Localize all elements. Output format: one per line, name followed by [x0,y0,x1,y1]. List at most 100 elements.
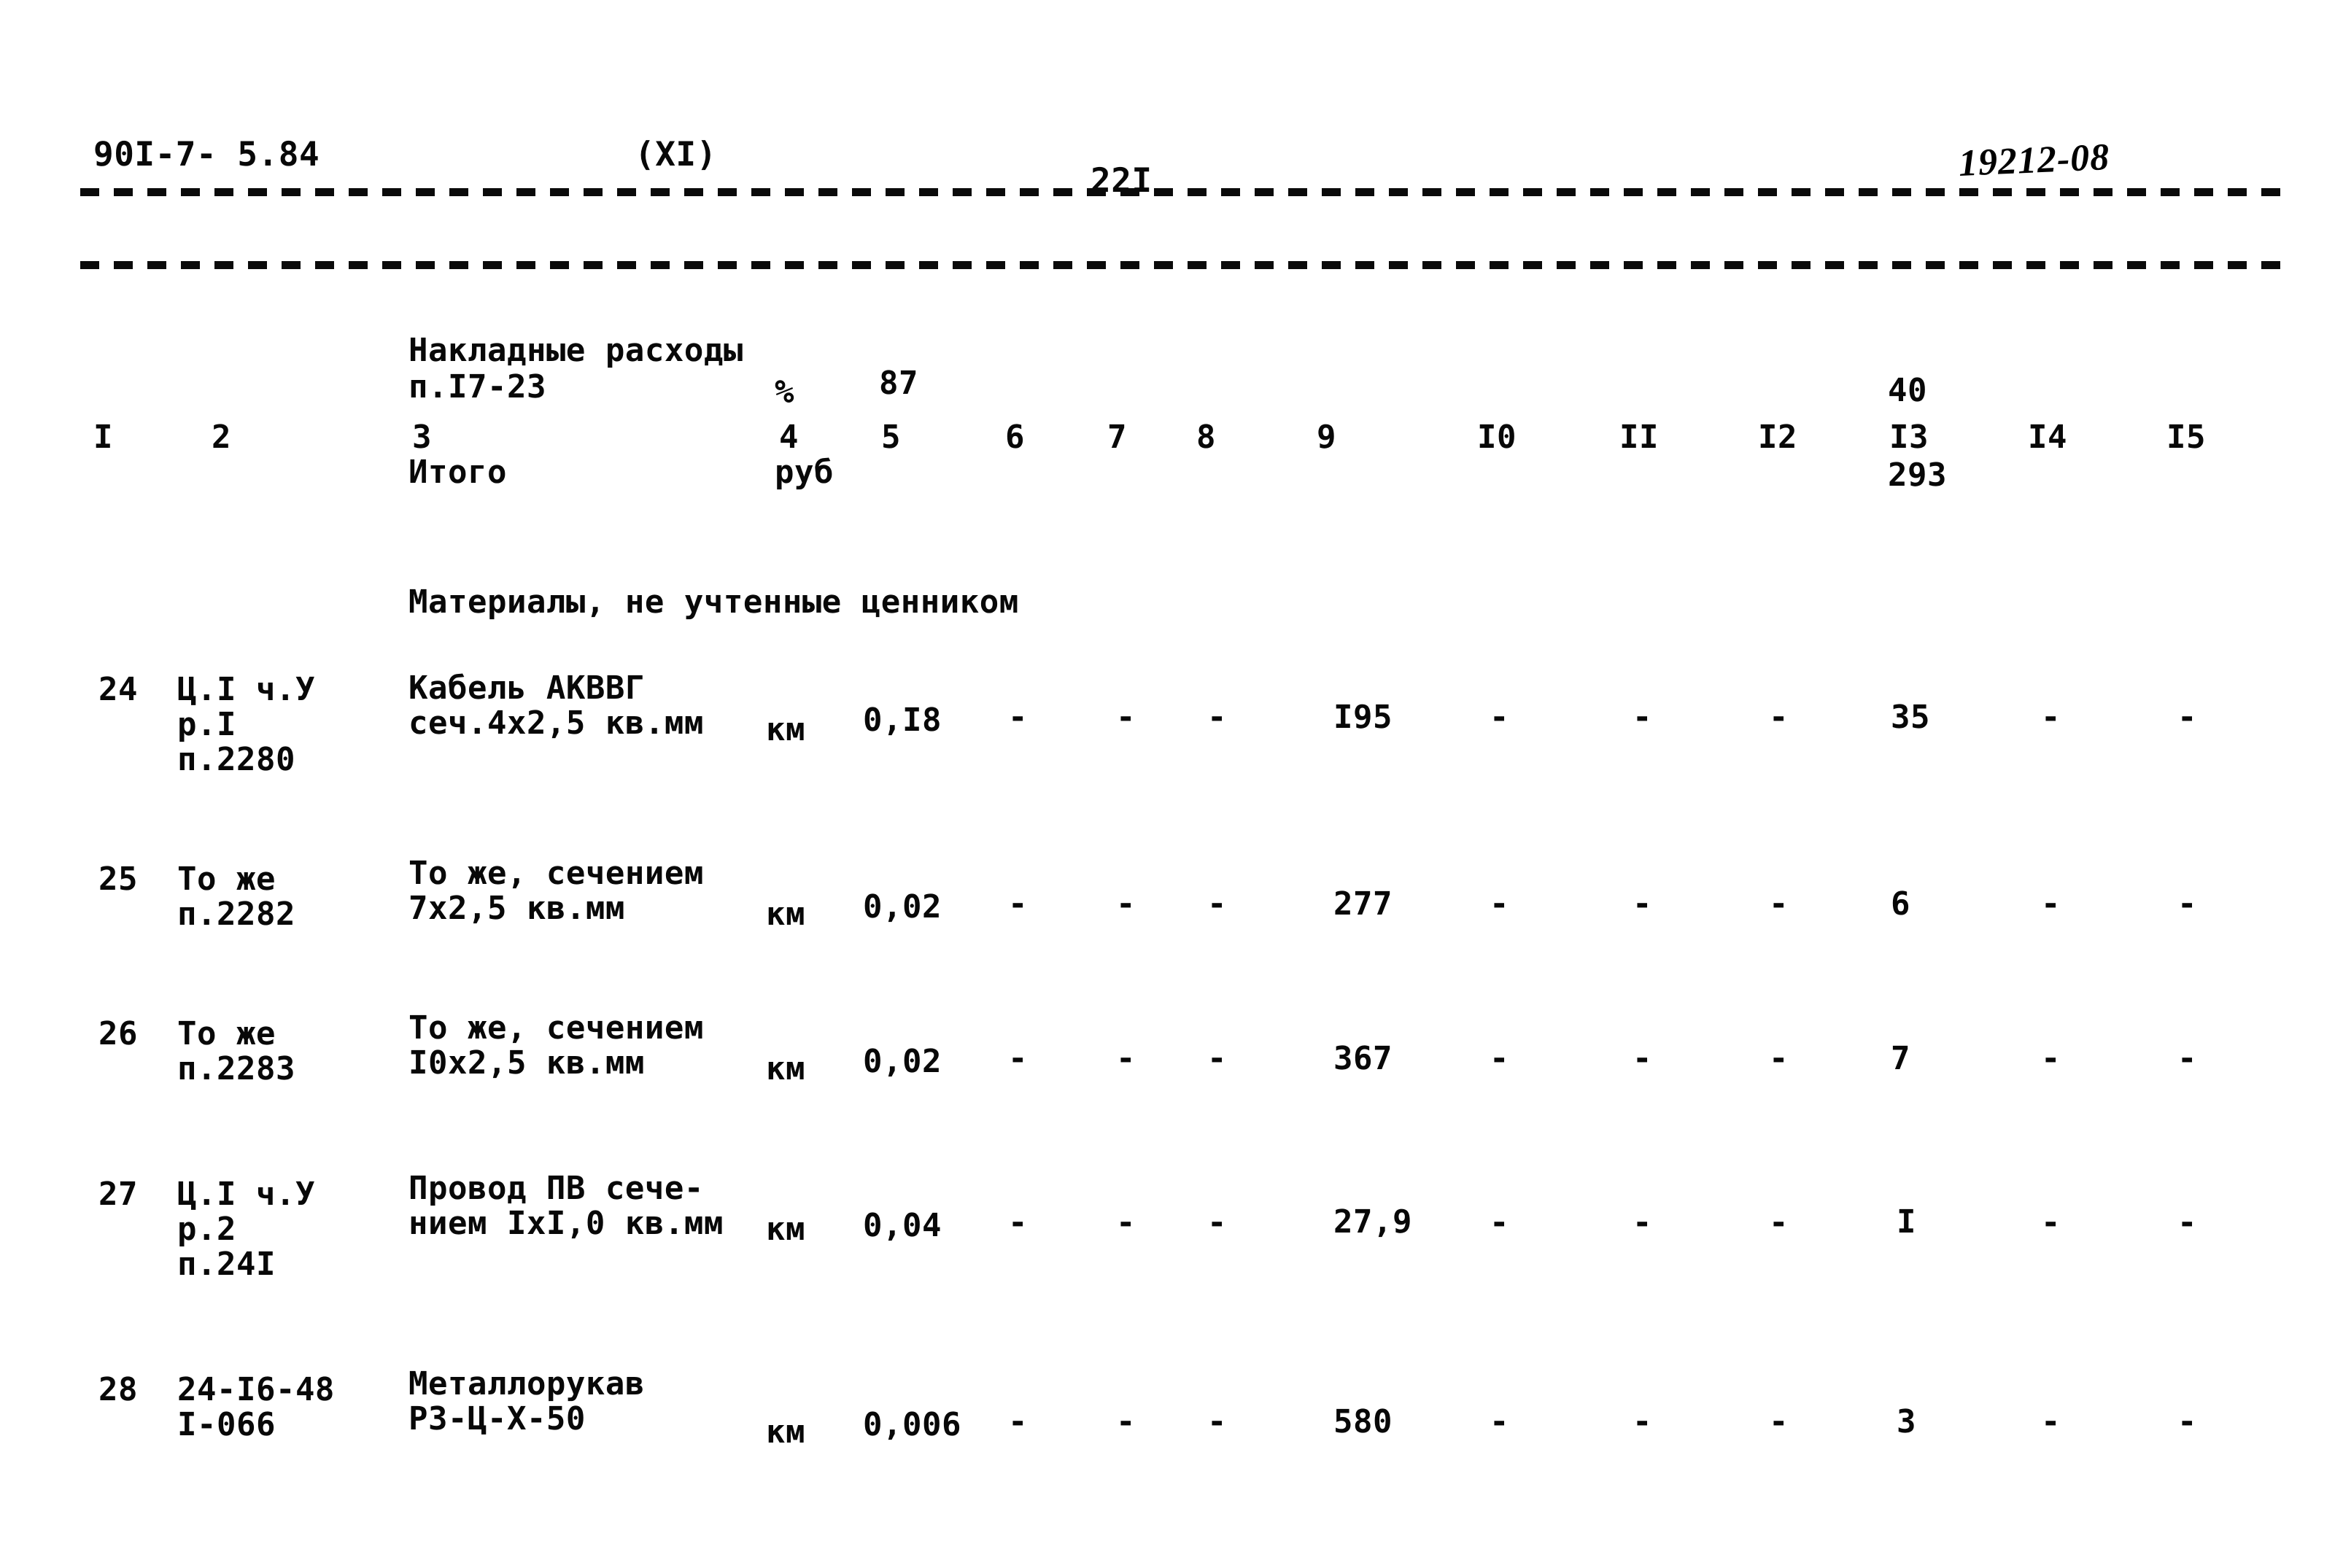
row-desc-line2: I0х2,5 кв.мм [408,1044,645,1082]
column-number-14: I4 [2028,419,2067,456]
row-ref-line1: Ц.I ч.У [177,1176,315,1213]
row-col14: - [2041,699,2061,736]
row-col12: - [1769,885,1789,923]
row-ref-line2: р.I [177,706,236,743]
row-col14: - [2041,1040,2061,1077]
column-number-9: 9 [1317,419,1336,456]
row-col9: 580 [1333,1403,1393,1440]
column-number-7: 7 [1107,419,1127,456]
row-desc-line1: То же, сечением [408,1009,704,1047]
row-col15: - [2177,699,2197,736]
row-unit: км [766,711,805,748]
row-col6: - [1008,1403,1028,1440]
row-number: 26 [98,1015,138,1052]
row-col12: - [1769,1403,1789,1440]
row-col5-qty: 0,04 [863,1207,942,1244]
column-number-15: I5 [2166,419,2206,456]
row-col12: - [1769,1204,1789,1241]
column-number-row: I 2 3 4 5 6 7 8 9 I0 II I2 I3 I4 I5 [0,209,2343,456]
section-heading-materials: Материалы, не учтенные ценником [408,583,1019,621]
column-number-1: I [93,419,113,456]
row-col15: - [2177,1204,2197,1241]
row-col5-qty: 0,I8 [863,702,942,739]
row-col7: - [1116,1204,1136,1241]
row-ref-line2: п.2282 [177,896,295,933]
total-unit: руб [775,454,834,491]
row-col8: - [1207,1040,1227,1077]
row-number: 25 [98,861,138,898]
column-number-12: I2 [1758,419,1797,456]
row-unit: км [766,896,805,933]
column-number-2: 2 [212,419,231,456]
row-col7: - [1116,699,1136,736]
row-ref-line1: Ц.I ч.У [177,671,315,708]
row-col9: 367 [1333,1040,1393,1077]
column-number-4: 4 [779,419,799,456]
row-col12: - [1769,699,1789,736]
row-col13: 35 [1891,699,1930,736]
row-unit: км [766,1413,805,1451]
column-number-13: I3 [1889,419,1929,456]
row-col15: - [2177,885,2197,923]
row-col5-qty: 0,02 [863,1043,942,1080]
row-ref-line3: п.2280 [177,741,295,778]
row-number: 24 [98,671,138,708]
section-label: (XI) [635,134,717,174]
row-col10: - [1490,885,1509,923]
overhead-unit: % [775,373,794,411]
row-desc-line1: Металлорукав [408,1365,645,1402]
row-col5-qty: 0,006 [863,1406,961,1443]
row-col11: - [1633,1040,1652,1077]
row-desc-line1: То же, сечением [408,855,704,892]
table-top-rule [80,188,2283,196]
row-col11: - [1633,699,1652,736]
row-col15: - [2177,1040,2197,1077]
row-col13: 6 [1891,885,1910,923]
row-col7: - [1116,885,1136,923]
column-number-10: I0 [1477,419,1517,456]
row-desc-line1: Провод ПВ сече- [408,1170,704,1207]
row-ref-line1: 24-I6-48 [177,1371,335,1408]
row-ref-line1: То же [177,861,276,898]
row-desc-line2: сеч.4х2,5 кв.мм [408,705,704,742]
row-col11: - [1633,1403,1652,1440]
row-ref-line2: I-066 [177,1406,276,1443]
row-desc-line2: 7х2,5 кв.мм [408,890,625,927]
row-unit: км [766,1211,805,1248]
row-col14: - [2041,885,2061,923]
row-col13: 3 [1897,1403,1916,1440]
overhead-label-line2: п.I7-23 [408,368,546,405]
row-col10: - [1490,1403,1509,1440]
overhead-col5-value: 87 [879,365,918,402]
column-number-6: 6 [1005,419,1025,456]
row-col8: - [1207,699,1227,736]
row-col9: 277 [1333,885,1393,923]
row-col5-qty: 0,02 [863,888,942,925]
row-ref-line2: р.2 [177,1211,236,1248]
document-code: 90I-7- 5.84 [93,134,320,174]
row-col8: - [1207,885,1227,923]
row-col12: - [1769,1040,1789,1077]
row-ref-line3: п.24I [177,1246,276,1283]
row-desc-line2: РЗ-Ц-Х-50 [408,1400,586,1437]
row-col13: I [1897,1203,1916,1241]
column-number-8: 8 [1196,419,1216,456]
row-number: 28 [98,1371,138,1408]
row-col14: - [2041,1204,2061,1241]
row-col7: - [1116,1403,1136,1440]
row-col13: 7 [1891,1040,1910,1077]
total-label: Итого [408,454,507,491]
row-ref-line2: п.2283 [177,1050,295,1087]
row-col10: - [1490,699,1509,736]
row-col6: - [1008,1204,1028,1241]
column-number-3: 3 [412,419,432,456]
overhead-col13-value: 40 [1888,372,1927,409]
row-col9: 27,9 [1333,1203,1412,1241]
row-desc-line1: Кабель АКВВГ [408,669,645,707]
row-desc-line2: нием IxI,0 кв.мм [408,1205,724,1242]
row-col7: - [1116,1040,1136,1077]
table-bottom-rule [80,261,2283,269]
document-header: 90I-7- 5.84 (XI) 22I 19212-08 [0,66,2343,200]
column-number-11: II [1619,419,1659,456]
row-col6: - [1008,1040,1028,1077]
